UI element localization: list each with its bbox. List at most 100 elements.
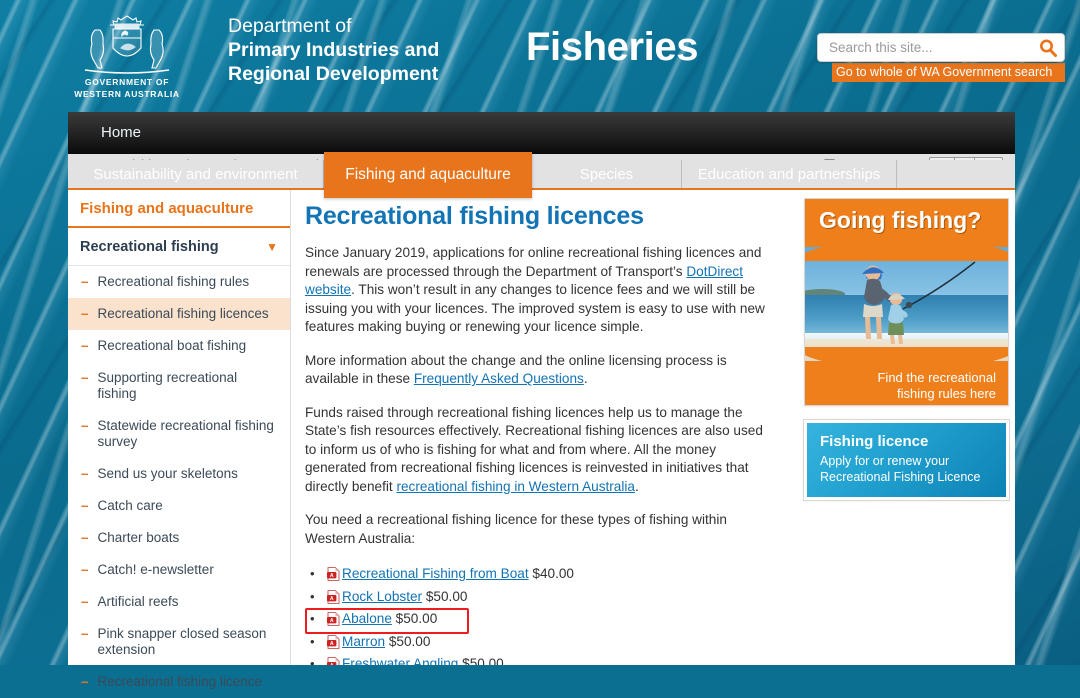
- pdf-icon: A: [327, 612, 340, 626]
- nav-item-fishing-and-aquaculture[interactable]: Fishing and aquaculture: [324, 152, 532, 198]
- licence-link[interactable]: Rock Lobster: [342, 589, 422, 604]
- sidebar-item-label: Send us your skeletons: [97, 466, 238, 481]
- page-root: GOVERNMENT OF WESTERN AUSTRALIA Departme…: [0, 0, 1080, 689]
- nav-item-species[interactable]: Species: [532, 160, 682, 189]
- sidebar-item-send-us-your-skeletons[interactable]: – Send us your skeletons: [68, 458, 290, 490]
- site-header: GOVERNMENT OF WESTERN AUSTRALIA Departme…: [60, 0, 1065, 110]
- funds-text-b: .: [634, 478, 639, 494]
- sidebar-item-recreational-boat-fishing[interactable]: – Recreational boat fishing: [68, 330, 290, 362]
- dash-icon: –: [81, 418, 89, 433]
- dash-icon: –: [81, 530, 89, 545]
- licence-price: $50.00: [462, 656, 504, 665]
- sidebar-item-catch-care[interactable]: – Catch care: [68, 490, 290, 522]
- search-input[interactable]: [827, 34, 1032, 61]
- list-item[interactable]: A Recreational Fishing from Boat $40.00: [310, 563, 774, 586]
- dash-icon: –: [81, 674, 89, 689]
- dash-icon: –: [81, 594, 89, 609]
- fishing-rod-icon: [902, 261, 976, 310]
- nav-item-sustainability-and-environment[interactable]: Sustainability and environment: [68, 160, 324, 189]
- department-line-3: Regional Development: [228, 63, 439, 85]
- child-fisher: [888, 292, 908, 344]
- dash-icon: –: [81, 498, 89, 513]
- pdf-icon: A: [327, 657, 340, 665]
- pdf-icon: A: [327, 634, 340, 649]
- dash-icon: –: [81, 370, 89, 385]
- page-title: Recreational fishing licences: [305, 202, 644, 230]
- crest-caption-line1: GOVERNMENT OF: [84, 77, 170, 87]
- dash-icon: –: [81, 306, 89, 321]
- chevron-down-icon: ▼: [266, 240, 278, 254]
- site-title: Fisheries: [526, 25, 699, 69]
- list-item[interactable]: A Freshwater Angling $50.00: [310, 653, 774, 665]
- sidebar-item-statewide-recreational-fishing-survey[interactable]: – Statewide recreational fishing survey: [68, 410, 290, 458]
- department-line-2: Primary Industries and: [228, 39, 440, 61]
- sidebar-section-title[interactable]: Fishing and aquaculture: [68, 190, 290, 228]
- svg-text:A: A: [330, 596, 334, 602]
- search-button[interactable]: [1038, 38, 1058, 58]
- sidebar-item-label: Statewide recreational fishing survey: [97, 418, 274, 449]
- sidebar-item-label: Recreational boat fishing: [97, 338, 247, 353]
- sidebar-item-label: Artificial reefs: [97, 594, 179, 609]
- nav-item-education-and-partnerships[interactable]: Education and partnerships: [682, 160, 897, 189]
- fishing-licence-promo-text: Apply for or renew your Recreational Fis…: [820, 454, 981, 485]
- sidebar-item-recreational-fishing-licence[interactable]: – Recreational fishing licence: [68, 666, 290, 698]
- sidebar-item-supporting-recreational-fishing[interactable]: – Supporting recreational fishing: [68, 362, 290, 410]
- wa-government-search-link[interactable]: Go to whole of WA Government search: [832, 63, 1065, 82]
- licence-price: $50.00: [388, 633, 431, 649]
- sidebar-item-recreational-fishing-licences[interactable]: – Recreational fishing licences: [68, 298, 290, 330]
- licence-link[interactable]: Recreational Fishing from Boat: [342, 566, 529, 581]
- sidebar-item-label: Catch care: [97, 498, 163, 513]
- main-content: Recreational fishing licences Since Janu…: [292, 190, 792, 665]
- coat-of-arms-icon: [84, 15, 170, 74]
- svg-text:A: A: [330, 641, 334, 647]
- pdf-icon: A: [327, 567, 340, 581]
- licence-link-abalone[interactable]: Abalone: [342, 611, 392, 626]
- nav-item-home[interactable]: Home: [101, 124, 141, 141]
- crest-caption-line2: WESTERN AUSTRALIA: [74, 89, 180, 99]
- search-area: Go to whole of WA Government search: [817, 33, 1065, 82]
- search-icon: [1040, 39, 1057, 57]
- wa-government-crest: GOVERNMENT OF WESTERN AUSTRALIA: [72, 8, 182, 103]
- frequently-asked-questions-link[interactable]: Frequently Asked Questions: [414, 371, 584, 386]
- dash-icon: –: [81, 466, 89, 481]
- list-item-highlighted[interactable]: A Abalone $50.00: [305, 608, 774, 634]
- faq-paragraph: More information about the change and th…: [305, 352, 774, 389]
- licence-types-intro: You need a recreational fishing licence …: [305, 512, 727, 546]
- sidebar-item-label: Recreational fishing rules: [97, 274, 250, 289]
- sidebar-item-label: Recreational fishing licences: [97, 306, 269, 321]
- dash-icon: –: [81, 338, 89, 353]
- sidebar-item-label: Supporting recreational fishing: [97, 370, 238, 401]
- sidebar: Fishing and aquaculture Recreational fis…: [68, 190, 291, 689]
- licence-link[interactable]: Freshwater Angling: [342, 656, 458, 665]
- licence-price: $50.00: [425, 588, 468, 604]
- sidebar-item-artificial-reefs[interactable]: – Artificial reefs: [68, 586, 290, 618]
- going-fishing-promo[interactable]: Going fishing? Find the recreational fis…: [804, 198, 1009, 406]
- faq-text-b: .: [583, 371, 588, 386]
- pdf-icon: A: [327, 589, 340, 604]
- recreational-fishing-wa-link[interactable]: recreational fishing in Western Australi…: [396, 479, 635, 494]
- dash-icon: –: [81, 274, 89, 289]
- licence-link[interactable]: Marron: [342, 634, 385, 649]
- funds-paragraph: Funds raised through recreational fishin…: [305, 404, 774, 497]
- primary-nav-bar: Home: [68, 112, 1015, 154]
- fishing-licence-promo[interactable]: Fishing licence Apply for or renew your …: [803, 419, 1010, 501]
- going-fishing-footer-line1: Find the recreational: [877, 370, 996, 385]
- fishing-licence-promo-title: Fishing licence: [820, 433, 929, 450]
- licence-price: $40.00: [532, 566, 574, 581]
- sidebar-group-recreational-fishing[interactable]: Recreational fishing ▼: [68, 228, 290, 266]
- sidebar-item-charter-boats[interactable]: – Charter boats: [68, 522, 290, 554]
- sidebar-item-pink-snapper-closed-season-extension[interactable]: – Pink snapper closed season extension: [68, 618, 290, 666]
- fishing-licence-promo-line2: Recreational Fishing Licence: [820, 469, 981, 484]
- sidebar-item-label: Catch! e-newsletter: [97, 562, 214, 577]
- svg-text:A: A: [330, 618, 334, 624]
- sidebar-item-recreational-fishing-rules[interactable]: – Recreational fishing rules: [68, 266, 290, 298]
- going-fishing-footer-line2: fishing rules here: [897, 386, 996, 401]
- intro-paragraph: Since January 2019, applications for onl…: [305, 244, 774, 337]
- sidebar-item-catch-e-newsletter[interactable]: – Catch! e-newsletter: [68, 554, 290, 586]
- svg-text:A: A: [330, 573, 334, 579]
- search-box[interactable]: [817, 33, 1065, 62]
- section-nav-bar: Sustainability and environment Species E…: [68, 152, 1015, 198]
- list-item[interactable]: A Marron $50.00: [310, 631, 774, 654]
- list-item[interactable]: A Rock Lobster $50.00: [310, 586, 774, 609]
- fishing-licence-promo-line1: Apply for or renew your: [820, 454, 950, 468]
